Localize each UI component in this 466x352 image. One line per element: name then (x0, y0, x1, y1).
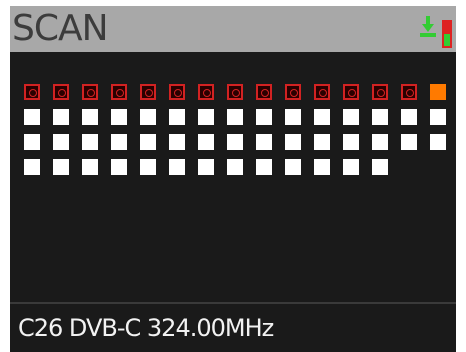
scan-block (82, 159, 98, 175)
scan-block (227, 109, 243, 125)
scan-block (285, 109, 301, 125)
page-title: SCAN (12, 8, 109, 49)
scan-block (198, 109, 214, 125)
scan-block (430, 109, 446, 125)
scan-block (285, 134, 301, 150)
scan-block (285, 159, 301, 175)
scan-block (111, 159, 127, 175)
scan-block (430, 134, 446, 150)
scan-indicator-checked (227, 84, 243, 100)
scan-block (24, 109, 40, 125)
scan-indicator-checked (53, 84, 69, 100)
scan-indicator-checked (343, 84, 359, 100)
header-bar: SCAN (10, 6, 456, 52)
scan-block (343, 159, 359, 175)
scan-indicator-active (430, 84, 446, 100)
scan-block (227, 159, 243, 175)
scan-indicator-checked (169, 84, 185, 100)
scan-indicator-checked (314, 84, 330, 100)
scan-block (53, 134, 69, 150)
scan-block (401, 109, 417, 125)
scan-indicator-checked (24, 84, 40, 100)
scan-block (140, 159, 156, 175)
scan-block (198, 159, 214, 175)
scan-indicator-checked (140, 84, 156, 100)
scan-indicator-checked (372, 84, 388, 100)
scan-block (256, 109, 272, 125)
channel-info: C26 DVB-C 324.00MHz (18, 314, 274, 342)
signal-lock-icon (416, 14, 454, 48)
scan-block (198, 134, 214, 150)
scan-block (140, 109, 156, 125)
scan-block (343, 109, 359, 125)
scan-block (256, 159, 272, 175)
scan-block (169, 134, 185, 150)
scan-block (111, 109, 127, 125)
scan-indicator-checked (111, 84, 127, 100)
scan-block (314, 134, 330, 150)
scan-block (372, 134, 388, 150)
scan-block (24, 159, 40, 175)
scan-block (372, 159, 388, 175)
scan-indicator-checked (256, 84, 272, 100)
scan-block (24, 134, 40, 150)
scan-block (169, 159, 185, 175)
scan-block (53, 159, 69, 175)
scan-block (140, 134, 156, 150)
scan-screen: SCAN C26 DVB-C 324.00MHz (10, 6, 456, 352)
footer-bar: C26 DVB-C 324.00MHz (10, 302, 456, 352)
scan-block (53, 109, 69, 125)
scan-indicator-checked (198, 84, 214, 100)
scan-block (314, 159, 330, 175)
scan-progress-grid (24, 84, 454, 184)
scan-block (314, 109, 330, 125)
scan-block (343, 134, 359, 150)
scan-block (169, 109, 185, 125)
scan-indicator-checked (401, 84, 417, 100)
scan-block (82, 109, 98, 125)
scan-indicator-checked (82, 84, 98, 100)
scan-block (227, 134, 243, 150)
scan-block (256, 134, 272, 150)
scan-indicator-checked (285, 84, 301, 100)
scan-block (111, 134, 127, 150)
scan-block (372, 109, 388, 125)
scan-block (401, 134, 417, 150)
scan-block (82, 134, 98, 150)
